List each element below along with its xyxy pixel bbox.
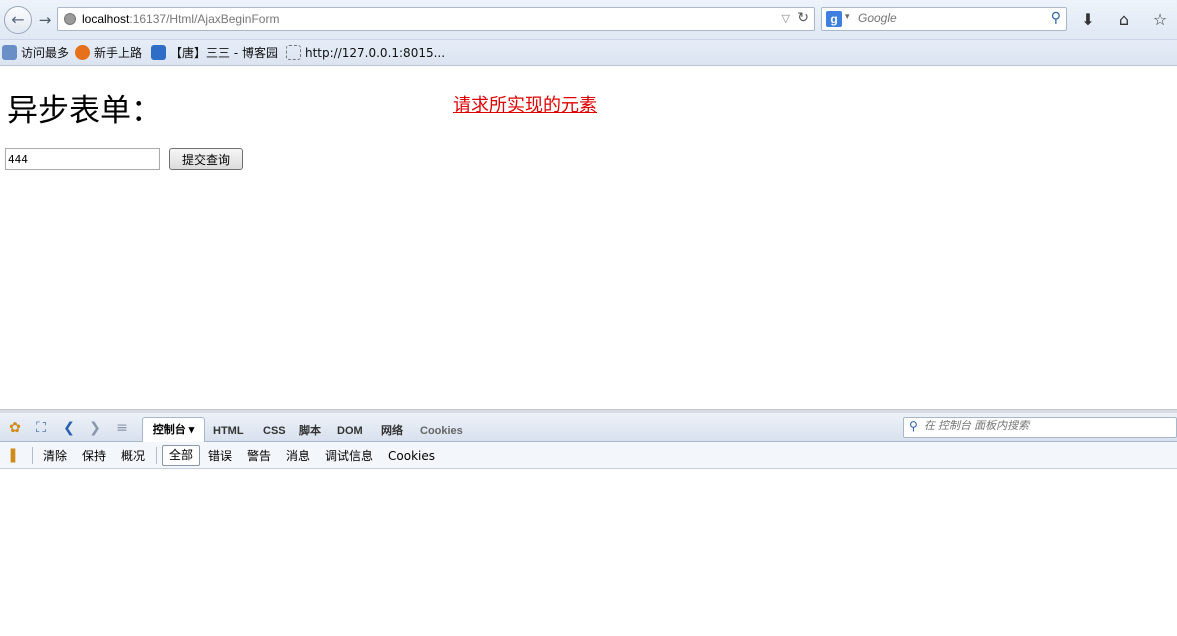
url-text[interactable]: localhost:16137/Html/AjaxBeginForm: [82, 12, 279, 26]
profile-button[interactable]: 概况: [121, 447, 145, 465]
engine-dropdown-icon[interactable]: ▾: [845, 12, 850, 22]
filter-cookies-button[interactable]: Cookies: [388, 447, 435, 465]
bookmarks-toolbar: 访问最多 新手上路 【唐】三三 - 博客园 http://127.0.0.1:8…: [0, 40, 1177, 66]
search-magnifier-icon[interactable]: ⚲: [1051, 10, 1061, 26]
forward-arrow-icon[interactable]: →: [34, 10, 56, 30]
url-history-dropdown-icon[interactable]: ▽: [782, 12, 790, 25]
tab-script[interactable]: 脚本: [299, 421, 321, 441]
address-bar[interactable]: localhost:16137/Html/AjaxBeginForm ▽ ↻: [57, 7, 815, 31]
query-input[interactable]: [5, 148, 160, 170]
browser-navbar: ← → localhost:16137/Html/AjaxBeginForm ▽…: [0, 0, 1177, 40]
firebug-search[interactable]: ⚲: [903, 417, 1177, 438]
separator: [32, 447, 33, 464]
blank-page-icon: [286, 45, 301, 60]
back-arrow-icon[interactable]: ←: [4, 6, 32, 34]
filter-errors-button[interactable]: 错误: [208, 447, 232, 465]
chevron-left-icon[interactable]: ❮: [60, 419, 78, 437]
url-path: :16137/Html/AjaxBeginForm: [129, 12, 280, 26]
chevron-right-icon[interactable]: ❯: [86, 419, 104, 437]
bookmark-label: http://127.0.0.1:8015...: [305, 46, 446, 60]
console-output[interactable]: [0, 470, 1177, 636]
tab-console[interactable]: 控制台 ▾: [142, 417, 205, 443]
tab-css[interactable]: CSS: [263, 421, 286, 441]
inspect-element-icon[interactable]: ⛶: [32, 419, 50, 437]
bookmark-label: 新手上路: [94, 46, 143, 60]
result-link[interactable]: 请求所实现的元素: [453, 91, 597, 117]
tab-net[interactable]: 网络: [381, 421, 403, 441]
filter-all-button[interactable]: 全部: [162, 445, 200, 466]
search-bar[interactable]: g ▾ ⚲: [821, 7, 1067, 31]
tab-cookies[interactable]: Cookies: [420, 421, 463, 441]
download-arrow-icon[interactable]: ⬇: [1077, 9, 1099, 31]
page-content: 异步表单： 请求所实现的元素 提交查询: [0, 67, 1177, 409]
bookmark-local-url[interactable]: http://127.0.0.1:8015...: [286, 44, 445, 62]
separator: [156, 447, 157, 464]
filter-warnings-button[interactable]: 警告: [247, 447, 271, 465]
clear-button[interactable]: 清除: [43, 447, 67, 465]
bookmark-star-icon[interactable]: ☆: [1149, 9, 1171, 31]
filter-info-button[interactable]: 消息: [286, 447, 310, 465]
tab-dom[interactable]: DOM: [337, 421, 363, 441]
home-icon[interactable]: ⌂: [1113, 9, 1135, 31]
break-on-errors-icon[interactable]: ❚: [4, 446, 22, 464]
bookmark-label: 访问最多: [21, 46, 70, 60]
bookmark-cnblogs[interactable]: 【唐】三三 - 博客园: [151, 44, 278, 62]
page-title: 异步表单：: [7, 93, 162, 129]
filter-debug-button[interactable]: 调试信息: [325, 447, 373, 465]
url-host: localhost: [82, 12, 130, 26]
firebug-bug-icon[interactable]: ✿: [6, 419, 24, 437]
reload-icon[interactable]: ↻: [797, 10, 809, 26]
bookmark-getting-started[interactable]: 新手上路: [75, 44, 142, 62]
google-engine-icon[interactable]: g: [826, 11, 842, 27]
firebug-toolbar: ✿ ⛶ ❮ ❯ ≡ 控制台 ▾ HTML CSS 脚本 DOM 网络 Cooki…: [0, 413, 1177, 443]
firefox-icon: [75, 45, 90, 60]
cnblogs-icon: [151, 45, 166, 60]
search-magnifier-icon: ⚲: [909, 419, 918, 433]
search-input[interactable]: [858, 11, 1038, 25]
persist-button[interactable]: 保持: [82, 447, 106, 465]
submit-query-button[interactable]: 提交查询: [169, 148, 243, 170]
command-line-icon[interactable]: ≡: [113, 419, 131, 437]
globe-icon: [64, 13, 76, 25]
bookmark-most-visited[interactable]: 访问最多: [2, 44, 69, 62]
bookmark-label: 【唐】三三 - 博客园: [170, 46, 278, 60]
tab-html[interactable]: HTML: [213, 421, 244, 441]
firebug-search-input[interactable]: [924, 420, 1164, 432]
console-toolbar: ❚ 清除 保持 概况 全部 错误 警告 消息 调试信息 Cookies: [0, 442, 1177, 469]
most-visited-icon: [2, 45, 17, 60]
